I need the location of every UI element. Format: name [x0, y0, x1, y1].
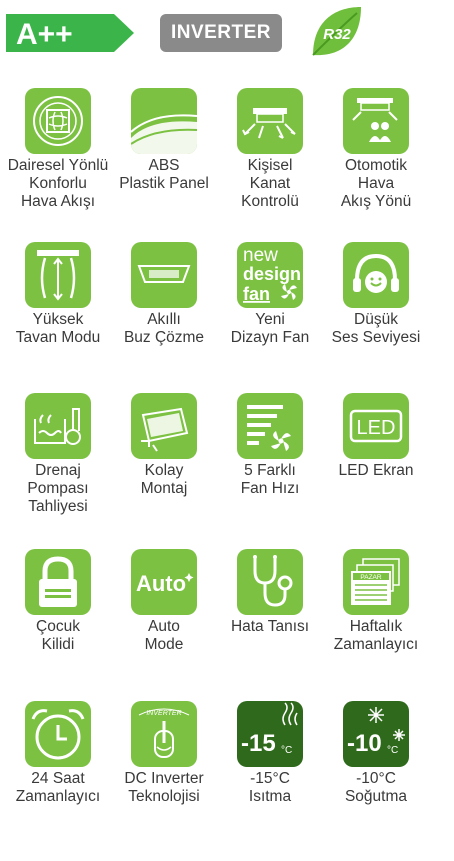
feature-individual-flap: Kişisel Kanat Kontrolü: [218, 88, 322, 211]
feature-label: Teknolojisi: [128, 788, 200, 805]
easy-install-icon: [131, 393, 197, 459]
tile-text: Auto: [136, 571, 186, 596]
feature-label: Buz Çözme: [123, 329, 205, 346]
feature-circular-airflow: Dairesel Yönlü Konforlu Hava Akışı: [6, 88, 110, 211]
energy-class-text: A++: [16, 18, 73, 51]
tile-text: °C: [281, 745, 292, 756]
feature-label: Fan Hızı: [240, 480, 300, 497]
individual-flap-icon: [237, 88, 303, 154]
circular-airflow-icon: [25, 88, 91, 154]
feature-label: Montaj: [140, 480, 188, 497]
feature-fan-speed: 5 Farklı Fan Hızı: [218, 393, 322, 498]
feature-label: Auto: [148, 618, 180, 635]
feature-label: DC Inverter: [124, 770, 204, 787]
auto-airflow-icon: [343, 88, 409, 154]
tile-text: design: [243, 264, 301, 284]
feature-label: Kilidi: [41, 636, 75, 653]
feature-label: Kontrolü: [241, 193, 299, 210]
high-ceiling-icon: [25, 242, 91, 308]
feature-label: 5 Farklı: [244, 462, 296, 479]
feature-label: Kolay: [144, 462, 184, 479]
feature-label: Konforlu: [29, 175, 87, 192]
feature-label: Hava: [357, 175, 395, 192]
feature-abs-panel: ABS Plastik Panel: [112, 88, 216, 193]
feature-dc-inverter: INVERTER DC Inverter Teknolojisi: [112, 701, 216, 806]
feature-label: Plastik Panel: [119, 175, 209, 192]
abs-panel-icon: [131, 88, 197, 154]
feature-label: Hava Akışı: [20, 193, 96, 210]
feature-diagnosis: Hata Tanısı: [218, 549, 322, 636]
feature-easy-install: Kolay Montaj: [112, 393, 216, 498]
feature-led-display: LED LED Ekran: [324, 393, 428, 480]
feature-label: Soğutma: [344, 788, 408, 805]
feature-label: Dizayn Fan: [230, 329, 310, 346]
tile-text: -15: [241, 730, 276, 757]
feature-label: Kişisel: [247, 157, 293, 174]
feature-label: -15°C: [250, 770, 290, 787]
tile-text: fan: [243, 284, 270, 304]
child-lock-icon: [25, 549, 91, 615]
feature-high-ceiling: Yüksek Tavan Modu: [6, 242, 110, 347]
feature-label: ABS: [148, 157, 180, 174]
heating-icon: -15 °C: [237, 701, 303, 767]
feature-label: Haftalık: [349, 618, 403, 635]
feature-label: Otomotik: [344, 157, 407, 174]
tile-text: LED: [357, 417, 396, 439]
feature-drain-pump: Drenaj Pompası Tahliyesi: [6, 393, 110, 516]
feature-label: Pompası: [27, 480, 89, 497]
diagnosis-icon: [237, 549, 303, 615]
inverter-badge: INVERTER: [160, 14, 282, 52]
r32-leaf-badge: R32: [307, 3, 365, 61]
new-design-fan-icon: new design fan: [237, 242, 303, 308]
tile-text: PAZAR: [360, 574, 381, 581]
feature-label: Ses Seviyesi: [331, 329, 421, 346]
feature-label: Zamanlayıcı: [15, 788, 101, 805]
feature-label: Zamanlayıcı: [333, 636, 419, 653]
feature-label: Kanat: [249, 175, 291, 192]
r32-text: R32: [323, 26, 351, 43]
feature-auto-mode: Auto Auto Mode: [112, 549, 216, 654]
feature-cooling: -10 °C -10°C Soğutma: [324, 701, 428, 806]
led-display-icon: LED: [343, 393, 409, 459]
feature-heating: -15 °C -15°C Isıtma: [218, 701, 322, 806]
feature-label: Tavan Modu: [15, 329, 101, 346]
feature-label: Isıtma: [248, 788, 292, 805]
feature-label: Akış Yönü: [340, 193, 412, 210]
tile-text: °C: [387, 745, 398, 756]
feature-smart-defrost: Akıllı Buz Çözme: [112, 242, 216, 347]
feature-label: Yeni: [255, 311, 285, 328]
tile-text: new: [243, 245, 278, 266]
energy-class-badge: A++: [6, 14, 134, 52]
fan-speed-icon: [237, 393, 303, 459]
feature-label: -10°C: [356, 770, 396, 787]
dc-inverter-icon: INVERTER: [131, 701, 197, 767]
feature-label: 24 Saat: [31, 770, 85, 787]
feature-label: Yüksek: [32, 311, 84, 328]
feature-label: LED Ekran: [338, 462, 414, 479]
feature-label: Hata Tanısı: [230, 618, 310, 635]
feature-label: Tahliyesi: [28, 498, 88, 515]
feature-child-lock: Çocuk Kilidi: [6, 549, 110, 654]
tile-text: INVERTER: [146, 710, 181, 717]
feature-label: Dairesel Yönlü: [7, 157, 109, 174]
feature-weekly-timer: PAZAR Haftalık Zamanlayıcı: [324, 549, 428, 654]
alarm-clock-icon: [25, 701, 91, 767]
feature-label: Düşük: [354, 311, 398, 328]
smart-defrost-icon: [131, 242, 197, 308]
feature-label: Mode: [144, 636, 184, 653]
feature-low-noise: Düşük Ses Seviyesi: [324, 242, 428, 347]
feature-label: Çocuk: [36, 618, 80, 635]
cooling-icon: -10 °C: [343, 701, 409, 767]
feature-auto-airflow: Otomotik Hava Akış Yönü: [324, 88, 428, 211]
feature-24h-timer: 24 Saat Zamanlayıcı: [6, 701, 110, 806]
weekly-timer-icon: PAZAR: [343, 549, 409, 615]
low-noise-icon: [343, 242, 409, 308]
feature-label: Drenaj: [35, 462, 81, 479]
tile-text: -10: [347, 730, 382, 757]
drain-pump-icon: [25, 393, 91, 459]
feature-label: Akıllı: [147, 311, 181, 328]
feature-new-design-fan: new design fan Yeni Dizayn Fan: [218, 242, 322, 347]
auto-mode-icon: Auto: [131, 549, 197, 615]
